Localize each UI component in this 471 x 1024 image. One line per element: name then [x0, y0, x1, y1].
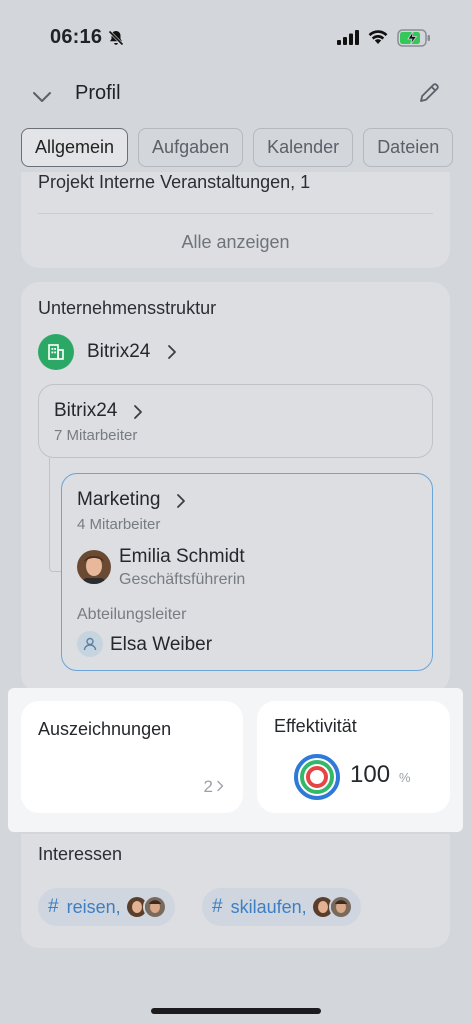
section-title: Unternehmensstruktur	[38, 298, 217, 318]
page-title: Profil	[75, 82, 121, 104]
interest-tag[interactable]: # reisen,	[38, 888, 175, 926]
signal-icon	[337, 30, 359, 45]
profile-tabs: Allgemein Aufgaben Kalender Dateien	[0, 124, 471, 172]
profile-header: Profil	[0, 74, 471, 120]
chevron-right-icon	[217, 780, 224, 792]
user-placeholder-icon	[77, 631, 103, 657]
wifi-icon	[368, 30, 388, 44]
subdepartment-card[interactable]: Marketing 4 Mitarbeiter Emilia Schmidt G…	[61, 473, 433, 671]
hashtag-icon: #	[48, 896, 59, 917]
awards-count: 2	[203, 777, 213, 796]
project-item[interactable]: Projekt Interne Veranstaltungen, 1	[38, 172, 310, 193]
divider	[38, 213, 433, 214]
profile-screen: 06:16 Profil Projekt Interne Veranstaltu…	[0, 0, 471, 1024]
home-indicator[interactable]	[151, 1008, 321, 1014]
interests-card: Interessen # reisen, # skilaufen,	[21, 834, 450, 948]
tab-allgemein[interactable]: Allgemein	[21, 128, 129, 167]
tab-dateien[interactable]: Dateien	[363, 128, 454, 167]
company-name[interactable]: Bitrix24	[87, 341, 150, 363]
hashtag-icon: #	[212, 896, 223, 917]
tab-aufgaben[interactable]: Aufgaben	[138, 128, 244, 167]
person-name[interactable]: Emilia Schmidt	[119, 546, 245, 568]
tag-avatars	[124, 895, 167, 919]
department-member-count: 4 Mitarbeiter	[77, 516, 161, 533]
status-time: 06:16	[50, 26, 103, 48]
effectiveness-unit: %	[399, 770, 411, 785]
awards-title: Auszeichnungen	[38, 719, 172, 739]
tree-connector	[49, 458, 61, 572]
chevron-right-icon	[134, 405, 142, 419]
highlight-panel: Auszeichnungen 2 Effektivität 100 %	[8, 688, 463, 832]
avatar	[142, 895, 167, 919]
tab-kalender[interactable]: Kalender	[253, 128, 354, 167]
collapse-chevron-icon[interactable]	[32, 84, 52, 108]
tag-avatars	[310, 895, 353, 919]
awards-card[interactable]: Auszeichnungen 2	[21, 701, 243, 813]
avatar	[328, 895, 353, 919]
show-all-link[interactable]: Alle anzeigen	[21, 232, 450, 253]
projects-card: Projekt Interne Veranstaltungen, 1 Alle …	[21, 160, 450, 268]
effectiveness-card[interactable]: Effektivität 100 %	[257, 701, 450, 813]
effectiveness-title: Effektivität	[274, 716, 357, 736]
department-name: Bitrix24	[54, 400, 118, 421]
company-structure-card: Unternehmensstruktur Bitrix24 Bitrix24 7…	[21, 282, 450, 692]
head-name[interactable]: Elsa Weiber	[110, 634, 212, 656]
effectiveness-value: 100	[350, 761, 391, 788]
chevron-right-icon	[177, 494, 185, 508]
bell-muted-icon	[108, 30, 124, 46]
department-name: Marketing	[77, 489, 161, 510]
chevron-right-icon	[168, 345, 176, 359]
person-role: Geschäftsführerin	[119, 571, 246, 588]
department-card[interactable]: Bitrix24 7 Mitarbeiter	[38, 384, 433, 458]
battery-charging-icon	[397, 29, 430, 47]
tag-label: reisen,	[66, 896, 121, 917]
interest-tag[interactable]: # skilaufen,	[202, 888, 361, 926]
effectiveness-ring-icon	[294, 754, 340, 800]
company-building-icon	[38, 334, 74, 370]
head-label: Abteilungsleiter	[77, 606, 187, 623]
section-title: Interessen	[38, 844, 123, 864]
status-bar: 06:16	[0, 0, 471, 74]
tag-label: skilaufen,	[230, 896, 307, 917]
avatar[interactable]	[77, 550, 111, 584]
edit-pencil-icon[interactable]	[416, 80, 442, 106]
department-member-count: 7 Mitarbeiter	[54, 427, 138, 444]
